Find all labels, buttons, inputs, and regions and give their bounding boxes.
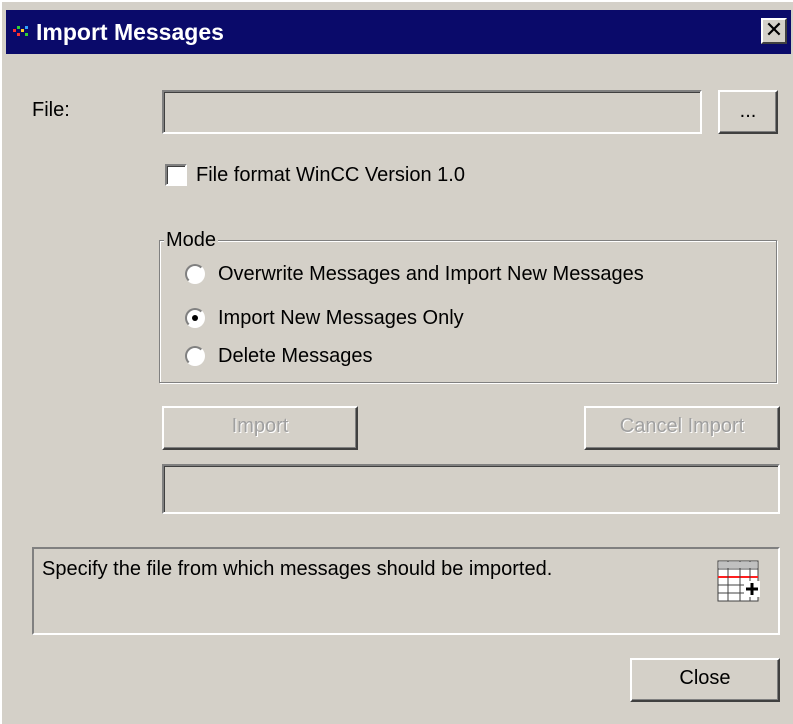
radio-delete-messages[interactable] (185, 346, 205, 366)
info-text: Specify the file from which messages sho… (42, 558, 553, 580)
wincc-app-icon (12, 25, 32, 39)
title-bar[interactable]: Import Messages ✕ (6, 10, 791, 54)
radio-overwrite-label: Overwrite Messages and Import New Messag… (218, 263, 644, 285)
file-path-field[interactable] (162, 90, 702, 134)
info-panel: Specify the file from which messages sho… (32, 547, 780, 635)
file-format-label: File format WinCC Version 1.0 (196, 164, 465, 186)
radio-delete-label: Delete Messages (218, 345, 373, 367)
message-list-icon (717, 560, 760, 602)
mode-legend: Mode (164, 228, 219, 252)
import-messages-dialog: Import Messages ✕ File: ... File format … (0, 0, 793, 724)
progress-field (162, 464, 780, 514)
import-button[interactable]: Import (162, 406, 358, 450)
window-title: Import Messages (36, 19, 224, 45)
close-icon[interactable]: ✕ (761, 18, 787, 44)
cancel-import-button[interactable]: Cancel Import (584, 406, 780, 450)
browse-button[interactable]: ... (718, 90, 778, 134)
file-label: File: (32, 99, 70, 121)
close-button[interactable]: Close (630, 658, 780, 702)
radio-import-new-only[interactable] (185, 308, 205, 328)
radio-import-new-label: Import New Messages Only (218, 307, 464, 329)
radio-overwrite-and-import[interactable] (185, 264, 205, 284)
file-format-checkbox[interactable] (165, 164, 187, 186)
